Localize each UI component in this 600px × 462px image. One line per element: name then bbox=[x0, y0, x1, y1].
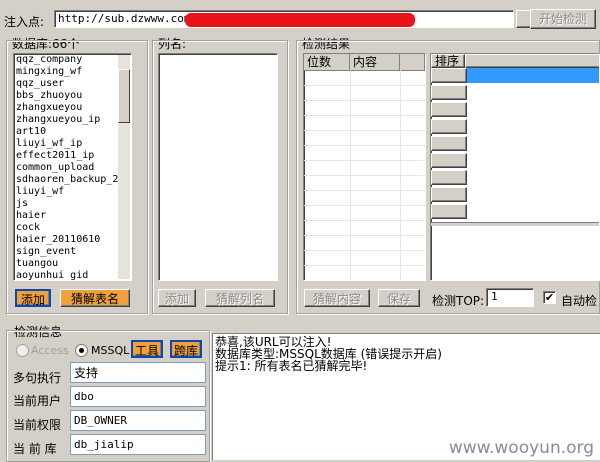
db-list-item[interactable]: common_upload bbox=[14, 162, 131, 174]
col-header-content[interactable]: 内容 bbox=[350, 54, 400, 70]
db-add-button[interactable]: 添加 bbox=[15, 289, 51, 307]
db-list[interactable]: qqz_company mingxing_wf qqz_user bbs_zhuoyo… bbox=[13, 53, 132, 281]
column-list[interactable] bbox=[158, 53, 278, 281]
db-list-item[interactable]: aoyunhui_gid bbox=[14, 270, 131, 280]
col-header-num[interactable]: 位数 bbox=[304, 54, 350, 70]
watermark: www.wooyun.org bbox=[448, 438, 594, 458]
current-user-label: 当前用户 bbox=[13, 394, 62, 408]
multi-exec-field: 支持 bbox=[70, 362, 206, 383]
url-redaction bbox=[185, 13, 415, 27]
sort-selected-row[interactable] bbox=[465, 68, 599, 83]
current-perm-label: 当前权限 bbox=[13, 418, 62, 432]
grid-col-line-1 bbox=[350, 70, 351, 280]
tools-button[interactable]: 工具 bbox=[131, 340, 163, 358]
db-list-item[interactable]: qqz_company bbox=[14, 54, 131, 66]
auto-check-checkbox[interactable]: ✔ bbox=[543, 291, 556, 304]
guess-tables-button[interactable]: 猜解表名 bbox=[60, 289, 130, 307]
col-header-extra bbox=[400, 54, 425, 70]
db-list-scrollbar[interactable] bbox=[118, 55, 130, 279]
sort-grid-divider bbox=[431, 222, 599, 226]
db-list-item[interactable]: art10 bbox=[14, 126, 131, 138]
top-input[interactable]: 1 bbox=[486, 288, 534, 307]
cross-db-button[interactable]: 跨库 bbox=[170, 340, 202, 358]
db-list-item[interactable]: haier_20110610 bbox=[14, 234, 131, 246]
db-list-item[interactable]: mingxing_wf bbox=[14, 66, 131, 78]
result-grid-header: 位数 内容 bbox=[304, 54, 425, 71]
auto-check-label: 自动检 bbox=[561, 294, 598, 308]
sort-header-fill bbox=[465, 54, 599, 68]
db-list-scroll-thumb[interactable] bbox=[118, 69, 130, 123]
url-text: http://sub.dzwww.com/ bbox=[58, 12, 198, 25]
db-list-item[interactable]: tuangou bbox=[14, 258, 131, 270]
save-button[interactable]: 保存 bbox=[378, 289, 420, 307]
url-input[interactable]: http://sub.dzwww.com/ bbox=[54, 10, 514, 28]
mssql-radio-dot bbox=[79, 348, 84, 353]
db-list-item[interactable]: js bbox=[14, 198, 131, 210]
db-list-item[interactable]: qqz_user bbox=[14, 78, 131, 90]
current-db-label: 当 前 库 bbox=[13, 442, 57, 456]
current-user-field: dbo bbox=[70, 386, 206, 407]
current-perm-field: DB_OWNER bbox=[70, 410, 206, 431]
guess-content-button[interactable]: 猜解内容 bbox=[304, 289, 370, 307]
access-radio[interactable] bbox=[16, 344, 29, 357]
db-list-item[interactable]: sdhaoren_backup_2 bbox=[14, 174, 131, 186]
db-list-item[interactable]: liuyi_wf_ip bbox=[14, 138, 131, 150]
current-db-field: db_jialip bbox=[70, 434, 206, 455]
guess-columns-button[interactable]: 猜解列名 bbox=[205, 289, 275, 307]
start-detect-button[interactable]: 开始检测 bbox=[530, 9, 596, 29]
inject-label: 注入点: bbox=[4, 15, 45, 29]
sort-grid[interactable]: 排序 bbox=[430, 53, 600, 281]
mssql-radio[interactable] bbox=[75, 344, 88, 357]
message-line: 提示1: 所有表名已猜解完毕! bbox=[215, 359, 368, 373]
result-grid-rows bbox=[304, 71, 425, 280]
grid-col-line-2 bbox=[400, 70, 401, 280]
db-list-item[interactable]: effect2011_ip bbox=[14, 150, 131, 162]
multi-exec-label: 多句执行 bbox=[13, 371, 62, 385]
db-list-item[interactable]: haier bbox=[14, 210, 131, 222]
message-lines: 恭喜,该URL可以注入! 数据库类型:MSSQL数据库 (错误提示开启) 提示1… bbox=[213, 334, 600, 374]
sort-row-headers bbox=[431, 68, 467, 221]
db-list-item[interactable]: bbs_zhuoyou bbox=[14, 90, 131, 102]
db-list-item[interactable]: zhangxueyou bbox=[14, 102, 131, 114]
db-list-item[interactable]: liuyi_wf bbox=[14, 186, 131, 198]
result-grid[interactable]: 位数 内容 bbox=[303, 53, 426, 281]
sort-header[interactable]: 排序 bbox=[431, 54, 465, 68]
db-list-item[interactable]: cock bbox=[14, 222, 131, 234]
mssql-label: MSSQL bbox=[91, 344, 130, 357]
db-list-item[interactable]: zhangxueyou_ip bbox=[14, 114, 131, 126]
col-add-button[interactable]: 添加 bbox=[158, 289, 196, 307]
access-label: Access bbox=[31, 344, 69, 357]
db-list-item[interactable]: sign_event bbox=[14, 246, 131, 258]
top-label: 检测TOP: bbox=[432, 294, 485, 308]
